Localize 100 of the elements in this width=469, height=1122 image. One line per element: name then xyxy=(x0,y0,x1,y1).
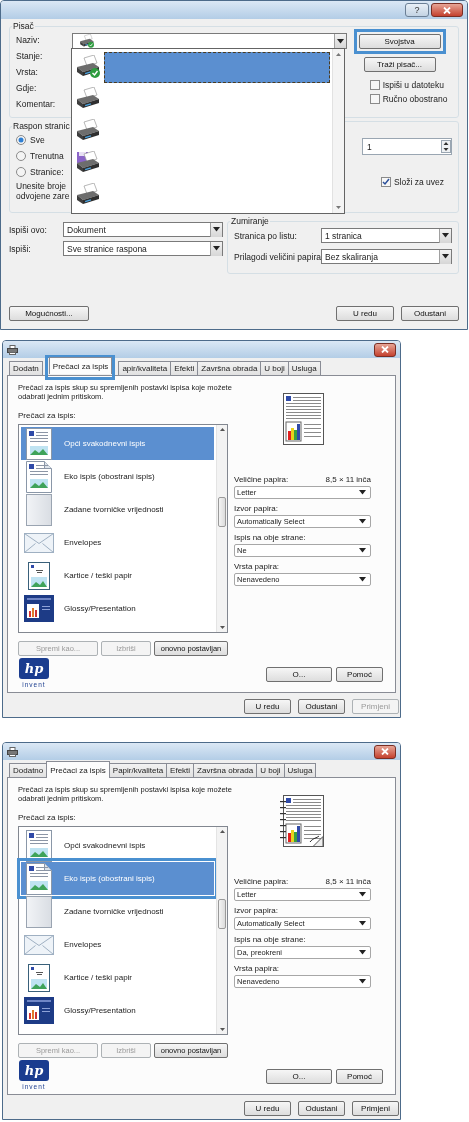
duplex-document-icon xyxy=(26,460,52,493)
shortcut-item[interactable]: Eko ispis (obostrani ispis) xyxy=(21,460,214,493)
tab[interactable]: apir/kvaliteta xyxy=(118,361,172,375)
shortcut-item[interactable]: Kartice / teški papir xyxy=(21,559,214,592)
close-icon xyxy=(443,6,451,14)
hint-text: odvojene zare xyxy=(16,191,71,201)
scroll-up-icon xyxy=(219,428,225,431)
tab[interactable]: Efekti xyxy=(170,361,199,375)
dialog-button[interactable]: Svojstva xyxy=(358,34,441,49)
scrollbar[interactable] xyxy=(332,49,344,213)
tab[interactable]: Prečaci za ispis xyxy=(48,357,113,374)
brand-logo: hp xyxy=(19,1060,49,1081)
paper-dimensions: 8,5 × 11 inča xyxy=(325,475,371,484)
checkbox[interactable] xyxy=(369,94,380,104)
close-button[interactable] xyxy=(374,744,396,759)
shortcut-item[interactable]: Envelopes xyxy=(21,928,214,961)
dialog-button[interactable]: U redu xyxy=(244,1101,291,1116)
checkbox[interactable] xyxy=(380,177,391,187)
dialog-button[interactable]: Pomoć xyxy=(336,667,383,682)
blank-page-icon xyxy=(26,493,52,526)
tab[interactable]: Prečaci za ispis xyxy=(46,761,110,778)
dialog-button[interactable]: U redu xyxy=(336,306,394,321)
dialog-button[interactable]: O... xyxy=(266,1069,332,1084)
dropdown[interactable]: 1 stranica xyxy=(321,228,452,243)
shortcut-item[interactable]: Opći svakodnevni ispis xyxy=(21,829,214,862)
printer-combo-box[interactable] xyxy=(72,33,347,49)
tab[interactable]: Usluga xyxy=(287,361,321,375)
group-title: Pisač xyxy=(12,21,35,31)
dropdown[interactable]: Dokument xyxy=(63,222,223,237)
scrollbar[interactable] xyxy=(216,425,227,632)
printer-disk-icon xyxy=(75,151,101,175)
checkbox-label: Ispiši u datoteku xyxy=(382,80,445,90)
dialog-button[interactable]: Traži pisač... xyxy=(363,57,436,72)
caret-icon xyxy=(359,979,366,984)
scroll-up-icon xyxy=(336,53,341,56)
copies-spin-field[interactable]: 1 xyxy=(362,138,452,155)
dropdown[interactable]: Bez skaliranja xyxy=(321,249,452,264)
caret-icon xyxy=(359,577,366,582)
options-button[interactable]: Mogućnosti... xyxy=(9,306,89,321)
tab[interactable]: U boji xyxy=(260,361,289,375)
shortcut-item[interactable]: Kartice / teški papir xyxy=(21,961,214,994)
field-label: Vrsta papira: xyxy=(234,562,280,571)
group-title: Raspon stranic xyxy=(12,121,71,131)
scrollbar[interactable] xyxy=(216,827,227,1034)
tab[interactable]: Efekti xyxy=(166,763,195,777)
list-label: Prečaci za ispis: xyxy=(18,411,77,420)
checkbox-label: Ručno obostrano xyxy=(382,94,448,104)
list-label: Prečaci za ispis: xyxy=(18,813,77,822)
radio-button[interactable] xyxy=(16,135,26,145)
tab[interactable]: Dodatno xyxy=(9,763,48,777)
tab[interactable]: Usluga xyxy=(283,763,317,777)
dropdown[interactable]: Sve stranice raspona xyxy=(63,241,223,256)
scroll-thumb[interactable] xyxy=(218,497,226,527)
caret-icon xyxy=(337,38,344,44)
radio-button[interactable] xyxy=(16,167,26,177)
caret-icon xyxy=(359,921,366,926)
scroll-thumb[interactable] xyxy=(218,899,226,929)
field-label: Gdje: xyxy=(16,83,38,93)
shortcut-item[interactable]: Zadane tvorničke vrijednosti xyxy=(21,895,214,928)
field-label: Komentar: xyxy=(16,99,57,109)
dialog-button[interactable]: Pomoć xyxy=(336,1069,383,1084)
shortcut-item[interactable]: Glossy/Presentation xyxy=(21,592,214,625)
field-label: Stanje: xyxy=(16,51,44,61)
radio-button[interactable] xyxy=(16,151,26,161)
shortcut-item[interactable]: Zadane tvorničke vrijednosti xyxy=(21,493,214,526)
dialog-button[interactable]: Primjeni xyxy=(352,1101,399,1116)
tab[interactable]: Dodatn xyxy=(9,361,43,375)
printer-icon xyxy=(75,119,101,143)
dialog-button[interactable]: U redu xyxy=(244,699,291,714)
duplex-document-icon xyxy=(26,862,52,895)
scroll-down-icon xyxy=(336,206,341,209)
radio-label: Trenutna xyxy=(30,151,64,161)
group-title: Zumiranje xyxy=(230,216,270,226)
field-label: Vrsta papira: xyxy=(234,964,280,973)
help-button[interactable]: ? xyxy=(405,3,429,17)
dialog-button[interactable]: Odustani xyxy=(298,699,345,714)
printer-check-icon xyxy=(75,55,101,79)
paper-dimensions: 8,5 × 11 inča xyxy=(325,877,371,886)
tab[interactable]: Papir/kvaliteta xyxy=(108,763,168,777)
slide-icon xyxy=(24,595,54,622)
tab[interactable]: U boji xyxy=(256,763,285,777)
tab[interactable]: Završna obrada xyxy=(193,763,258,777)
checkbox[interactable] xyxy=(369,80,380,90)
dialog-button[interactable]: Odustani xyxy=(298,1101,345,1116)
slide-icon xyxy=(24,997,54,1024)
dialog-button[interactable]: O... xyxy=(266,667,332,682)
field-label: Ispiši: xyxy=(9,243,32,254)
close-button[interactable] xyxy=(374,342,396,357)
field-label: Naziv: xyxy=(16,35,41,45)
close-button[interactable] xyxy=(431,3,463,17)
shortcut-item[interactable]: Glossy/Presentation xyxy=(21,994,214,1027)
shortcut-item[interactable]: Envelopes xyxy=(21,526,214,559)
caret-icon xyxy=(213,246,220,251)
field-label: Stranica po listu: xyxy=(234,230,297,241)
tab[interactable]: Završna obrada xyxy=(197,361,262,375)
printer-icon xyxy=(7,746,18,757)
field-label: Veličine papira: xyxy=(234,877,289,886)
hint-text: Unesite broje xyxy=(16,181,68,191)
blank-page-icon xyxy=(26,895,52,928)
dialog-button[interactable]: Odustani xyxy=(401,306,459,321)
